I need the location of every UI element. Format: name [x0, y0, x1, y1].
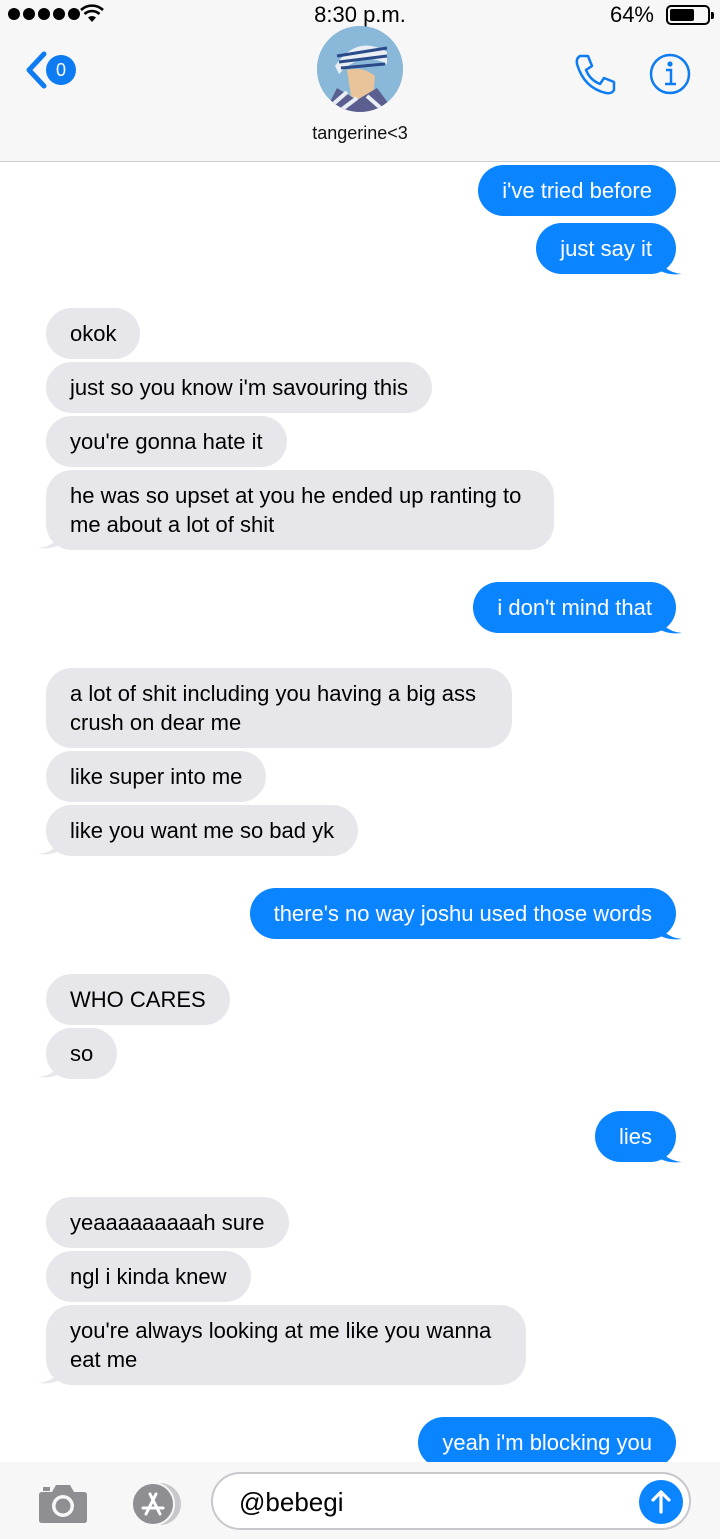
received-message[interactable]: a lot of shit including you having a big…	[46, 668, 512, 748]
message-input-text: @bebegi	[239, 1487, 344, 1517]
send-button[interactable]	[639, 1480, 683, 1524]
battery-percentage: 64%	[609, 2, 654, 27]
message-input[interactable]: @bebegi	[211, 1472, 691, 1530]
info-icon[interactable]	[648, 52, 692, 96]
chevron-left-icon	[26, 51, 47, 89]
contact-photo	[317, 26, 403, 112]
app-store-icon[interactable]	[122, 1482, 184, 1526]
bubble-tail	[656, 1138, 682, 1163]
received-message[interactable]: like super into me	[46, 751, 267, 802]
battery-icon	[666, 5, 714, 25]
bubble-tail	[38, 830, 64, 855]
phone-icon[interactable]	[572, 52, 618, 96]
received-message[interactable]: okok	[46, 308, 141, 359]
arrow-up-icon	[651, 1490, 671, 1514]
avatar[interactable]	[317, 26, 403, 112]
received-message[interactable]: he was so upset at you he ended up ranti…	[46, 470, 554, 550]
contact-name[interactable]: tangerine<3	[0, 123, 720, 144]
conversation-header: 8:30 p.m. 64% 0 tangerine<3	[0, 0, 720, 162]
bubble-tail	[38, 1053, 64, 1078]
message-input-bar: @bebegi	[0, 1462, 720, 1539]
received-message[interactable]: just so you know i'm savouring this	[46, 362, 433, 413]
bubble-tail	[38, 524, 64, 549]
back-button[interactable]: 0	[24, 50, 76, 90]
sent-message[interactable]: i've tried before	[478, 165, 676, 216]
received-message[interactable]: you're gonna hate it	[46, 416, 287, 467]
sent-message[interactable]: i don't mind that	[473, 582, 676, 633]
bubble-tail	[656, 915, 682, 940]
bubble-tail	[38, 1359, 64, 1384]
sent-message[interactable]: there's no way joshu used those words	[249, 888, 676, 939]
received-message[interactable]: like you want me so bad yk	[46, 805, 359, 856]
received-message[interactable]: yeaaaaaaaaah sure	[46, 1197, 289, 1248]
received-message[interactable]: ngl i kinda knew	[46, 1251, 251, 1302]
unread-count-badge: 0	[46, 55, 76, 85]
received-message[interactable]: WHO CARES	[46, 974, 230, 1025]
sent-message[interactable]: yeah i'm blocking you	[418, 1417, 676, 1468]
bubble-tail	[656, 609, 682, 634]
bubble-tail	[656, 250, 682, 275]
camera-icon[interactable]	[38, 1482, 88, 1524]
received-message[interactable]: you're always looking at me like you wan…	[46, 1305, 526, 1385]
